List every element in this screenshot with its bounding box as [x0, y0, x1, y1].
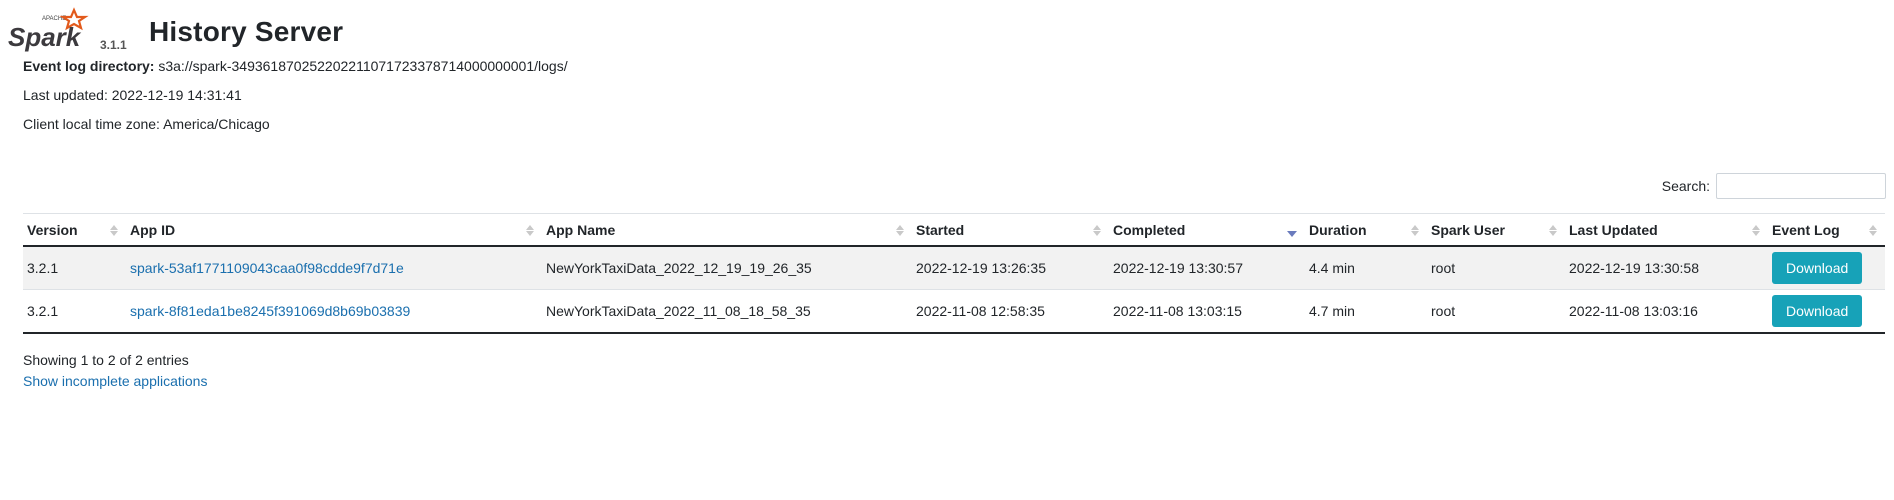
last-updated: Last updated: 2022-12-19 14:31:41 [23, 87, 242, 103]
page-header: APACHE Spark 3.1.1 History Server [8, 6, 608, 58]
search-box: Search: [1662, 173, 1886, 199]
history-table: Version App ID App Name Started Complete… [23, 213, 1885, 334]
cell-version: 3.2.1 [23, 289, 126, 334]
cell-completed: 2022-11-08 13:03:15 [1109, 289, 1305, 334]
app-id-link[interactable]: spark-53af1771109043caa0f98cdde9f7d71e [130, 260, 404, 276]
cell-last-updated: 2022-11-08 13:03:16 [1565, 289, 1768, 334]
entries-info: Showing 1 to 2 of 2 entries [23, 352, 189, 368]
cell-app-name: NewYorkTaxiData_2022_12_19_19_26_35 [542, 246, 912, 290]
column-header-started[interactable]: Started [912, 213, 1109, 247]
column-header-event-log[interactable]: Event Log [1768, 213, 1885, 247]
sort-icon [526, 225, 534, 236]
logo-text: Spark [8, 22, 82, 52]
table-row: 3.2.1 spark-8f81eda1be8245f391069d8b69b0… [23, 289, 1885, 334]
column-header-spark-user[interactable]: Spark User [1427, 213, 1565, 247]
sort-desc-icon [1287, 231, 1297, 237]
cell-duration: 4.7 min [1305, 289, 1427, 334]
cell-started: 2022-11-08 12:58:35 [912, 289, 1109, 334]
column-header-completed[interactable]: Completed [1109, 213, 1305, 247]
sort-icon [1549, 225, 1557, 236]
page-title: History Server [149, 16, 344, 47]
table-header-row: Version App ID App Name Started Complete… [23, 213, 1885, 247]
event-log-label: Event log directory: [23, 58, 155, 74]
spark-logo[interactable]: APACHE Spark [8, 6, 104, 54]
column-header-app-name[interactable]: App Name [542, 213, 912, 247]
spark-version: 3.1.1 [100, 38, 127, 52]
search-label: Search: [1661, 178, 1710, 194]
event-log-value: s3a://spark-3493618702522022110717233787… [158, 58, 568, 74]
show-incomplete-link[interactable]: Show incomplete applications [23, 373, 207, 389]
search-input[interactable] [1716, 173, 1886, 199]
column-header-app-id[interactable]: App ID [126, 213, 542, 247]
cell-app-id: spark-8f81eda1be8245f391069d8b69b03839 [126, 289, 542, 334]
column-header-duration[interactable]: Duration [1305, 213, 1427, 247]
cell-app-name: NewYorkTaxiData_2022_11_08_18_58_35 [542, 289, 912, 334]
cell-app-id: spark-53af1771109043caa0f98cdde9f7d71e [126, 246, 542, 290]
download-button[interactable]: Download [1772, 252, 1863, 284]
cell-event-log: Download [1768, 246, 1885, 290]
cell-event-log: Download [1768, 289, 1885, 334]
cell-duration: 4.4 min [1305, 246, 1427, 290]
column-header-version[interactable]: Version [23, 213, 126, 247]
table-row: 3.2.1 spark-53af1771109043caa0f98cdde9f7… [23, 246, 1885, 290]
column-header-last-updated[interactable]: Last Updated [1565, 213, 1768, 247]
history-table-wrapper: Version App ID App Name Started Complete… [23, 213, 1885, 334]
download-button[interactable]: Download [1772, 295, 1863, 327]
sort-icon [1869, 225, 1877, 236]
sort-icon [1411, 225, 1419, 236]
cell-spark-user: root [1427, 289, 1565, 334]
app-id-link[interactable]: spark-8f81eda1be8245f391069d8b69b03839 [130, 303, 410, 319]
cell-completed: 2022-12-19 13:30:57 [1109, 246, 1305, 290]
sort-icon [896, 225, 904, 236]
sort-icon [1093, 225, 1101, 236]
cell-started: 2022-12-19 13:26:35 [912, 246, 1109, 290]
cell-last-updated: 2022-12-19 13:30:58 [1565, 246, 1768, 290]
cell-version: 3.2.1 [23, 246, 126, 290]
sort-icon [1752, 225, 1760, 236]
sort-icon [110, 225, 118, 236]
client-timezone: Client local time zone: America/Chicago [23, 116, 270, 132]
event-log-directory: Event log directory: s3a://spark-3493618… [23, 58, 568, 74]
cell-spark-user: root [1427, 246, 1565, 290]
